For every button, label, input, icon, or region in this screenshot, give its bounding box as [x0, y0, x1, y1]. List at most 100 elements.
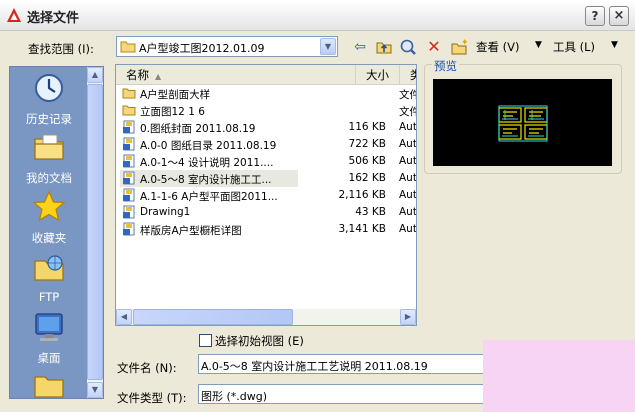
- back-icon[interactable]: ⇦: [350, 37, 370, 57]
- history-icon: [35, 74, 63, 102]
- file-row[interactable]: A.0-1～4 设计说明 2011.... 506 KB Aut: [116, 153, 416, 170]
- file-row[interactable]: A.0-0 图纸目录 2011.08.19 722 KB Aut: [116, 136, 416, 153]
- place-more[interactable]: [10, 367, 88, 408]
- file-rows: A户型剖面大样文件立面图12 1 6文件0.图纸封面 2011.08.19116…: [116, 85, 416, 238]
- column-size-label: 大小: [366, 68, 389, 82]
- views-dropdown-icon[interactable]: ▼: [535, 40, 542, 50]
- file-row[interactable]: Drawing1 43 KB Aut: [116, 204, 416, 221]
- file-name: Drawing1: [140, 206, 191, 218]
- filename-label: 文件名 (N):: [117, 361, 177, 375]
- svg-text:✦: ✦: [461, 38, 469, 48]
- place-favorites[interactable]: 收藏夹: [10, 189, 88, 246]
- ftp-icon: [34, 255, 64, 281]
- file-type: 文件: [399, 89, 416, 101]
- drawing-thumbnail: [498, 105, 548, 142]
- chevron-down-icon[interactable]: ▼: [320, 38, 336, 55]
- file-type: 文件: [399, 106, 416, 118]
- close-button[interactable]: ×: [609, 6, 629, 26]
- file-list-header: 名称 ▲ 大小 类型: [116, 65, 416, 85]
- filetype-label: 文件类型 (T):: [117, 391, 187, 405]
- column-name-label: 名称: [126, 68, 149, 82]
- hscroll-thumb[interactable]: [133, 309, 293, 325]
- file-row[interactable]: 0.图纸封面 2011.08.19 116 KB Aut: [116, 119, 416, 136]
- folder-icon: [120, 41, 136, 53]
- dwg-file-icon: [123, 188, 135, 202]
- place-my-documents[interactable]: 我的文档: [10, 129, 88, 186]
- file-name-cell[interactable]: 样版房A户型橱柜详图: [120, 221, 298, 238]
- dwg-file-icon: [123, 205, 135, 219]
- dwg-file-icon: [123, 120, 135, 134]
- place-ftp[interactable]: FTP: [10, 249, 88, 304]
- up-folder-icon[interactable]: [374, 37, 394, 57]
- places-bar: 历史记录 我的文档 收藏夹 FTP 桌面 ▲ ▼: [9, 66, 104, 399]
- file-name: A.0-0 图纸目录 2011.08.19: [140, 140, 277, 152]
- file-size: 506 KB: [348, 155, 386, 167]
- tools-dropdown-icon[interactable]: ▼: [611, 40, 618, 50]
- filetype-select[interactable]: 图形 (*.dwg): [198, 384, 485, 404]
- folder-icon: [34, 376, 64, 398]
- file-type: Aut: [399, 138, 417, 150]
- column-name[interactable]: 名称 ▲: [116, 65, 356, 85]
- tools-menu[interactable]: 工具 (L): [553, 39, 595, 55]
- my-documents-icon: [34, 134, 64, 160]
- file-name-cell[interactable]: Drawing1: [120, 204, 298, 221]
- scroll-thumb[interactable]: [87, 84, 103, 380]
- file-name-cell[interactable]: A.0-1～4 设计说明 2011....: [120, 153, 298, 170]
- place-ftp-label: FTP: [38, 290, 60, 304]
- preview-image: [433, 79, 612, 166]
- initial-view-label: 选择初始视图 (E): [215, 334, 304, 348]
- look-in-value: A户型竣工图2012.01.09: [139, 42, 265, 55]
- column-type[interactable]: 类型: [400, 65, 416, 85]
- window-title: 选择文件: [27, 11, 80, 26]
- select-file-dialog: 选择文件 ? × 查找范围 (I): A户型竣工图2012.01.09 ▼ ⇦ …: [0, 0, 635, 412]
- scroll-right-icon[interactable]: ▶: [400, 309, 416, 325]
- places-scrollbar[interactable]: ▲ ▼: [87, 67, 103, 398]
- file-name-cell[interactable]: A户型剖面大样: [120, 85, 298, 102]
- scroll-down-icon[interactable]: ▼: [87, 382, 103, 398]
- file-name-cell[interactable]: A.0-0 图纸目录 2011.08.19: [120, 136, 298, 153]
- file-row[interactable]: 样版房A户型橱柜详图 3,141 KB Aut: [116, 221, 416, 238]
- file-row[interactable]: A户型剖面大样 文件: [116, 85, 416, 102]
- file-name: A.1-1-6 A户型平面图2011...: [140, 191, 278, 203]
- file-list-hscrollbar[interactable]: ◀ ▶: [116, 309, 416, 325]
- file-size: 722 KB: [348, 138, 386, 150]
- scroll-up-icon[interactable]: ▲: [87, 67, 103, 83]
- title-bar: 选择文件 ? ×: [0, 0, 635, 31]
- look-in-label: 查找范围 (I):: [28, 42, 94, 56]
- file-type: Aut: [399, 206, 417, 218]
- file-name-cell[interactable]: 立面图12 1 6: [120, 102, 298, 119]
- file-name-cell[interactable]: A.0-5～8 室内设计施工工...: [120, 170, 298, 187]
- help-button[interactable]: ?: [585, 6, 605, 26]
- delete-icon[interactable]: ✕: [424, 37, 444, 57]
- place-desktop-label: 桌面: [37, 351, 61, 365]
- file-size: 162 KB: [348, 172, 386, 184]
- place-desktop[interactable]: 桌面: [10, 309, 88, 366]
- views-menu[interactable]: 查看 (V): [476, 39, 520, 55]
- scroll-left-icon[interactable]: ◀: [116, 309, 132, 325]
- file-row[interactable]: A.0-5～8 室内设计施工工... 162 KB Aut: [116, 170, 416, 187]
- file-type: Aut: [399, 172, 417, 184]
- folder-icon: [122, 105, 136, 116]
- file-row[interactable]: A.1-1-6 A户型平面图2011... 2,116 KB Aut: [116, 187, 416, 204]
- column-type-label: 类型: [410, 68, 416, 82]
- file-name-cell[interactable]: A.1-1-6 A户型平面图2011...: [120, 187, 298, 204]
- new-folder-icon[interactable]: ✦: [449, 37, 469, 57]
- file-name: A户型剖面大样: [140, 89, 211, 101]
- column-size[interactable]: 大小: [356, 65, 400, 85]
- file-name: 样版房A户型橱柜详图: [140, 225, 242, 237]
- filename-input[interactable]: A.0-5～8 室内设计施工工艺说明 2011.08.19: [198, 354, 485, 374]
- file-row[interactable]: 立面图12 1 6 文件: [116, 102, 416, 119]
- dwg-file-icon: [123, 154, 135, 168]
- file-name: A.0-1～4 设计说明 2011....: [140, 157, 274, 169]
- look-in-dropdown[interactable]: A户型竣工图2012.01.09 ▼: [116, 36, 338, 57]
- place-history[interactable]: 历史记录: [10, 70, 88, 127]
- dwg-file-icon: [123, 171, 135, 185]
- file-name: A.0-5～8 室内设计施工工...: [140, 174, 272, 186]
- autocad-app-icon: [7, 8, 21, 22]
- search-web-icon[interactable]: [398, 37, 418, 57]
- file-type: Aut: [399, 121, 417, 133]
- file-list: 名称▲ 大小 类型 A户型剖面大样文件立面图12 1 6文件0.图纸封面 201…: [115, 64, 417, 326]
- initial-view-checkbox[interactable]: [199, 334, 212, 347]
- file-name-cell[interactable]: 0.图纸封面 2011.08.19: [120, 119, 298, 136]
- preview-label: 预览: [432, 58, 459, 74]
